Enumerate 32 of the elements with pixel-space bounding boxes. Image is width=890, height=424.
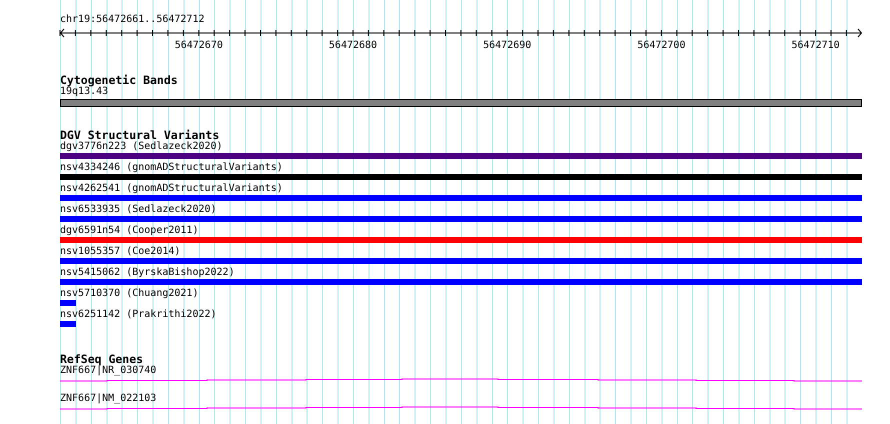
transcript-line[interactable] [60,378,862,382]
feature-label: nsv1055357 (Coe2014) [60,246,180,258]
variant-bar[interactable] [60,237,862,243]
variant-bar[interactable] [60,153,862,159]
tick-label: 56472690 [483,40,532,51]
variant-bar[interactable] [60,174,862,180]
feature-label: ZNF667|NM_022103 [60,393,156,405]
track-title: Cytogenetic Bands [60,74,178,86]
track-title: DGV Structural Variants [60,129,220,141]
feature-label: nsv4334246 (gnomADStructuralVariants) [60,162,283,174]
tick-label: 56472670 [174,40,223,51]
feature-label: 19q13.43 [60,86,108,98]
variant-bar[interactable] [60,258,862,264]
feature-label: dgv6591n54 (Cooper2011) [60,225,198,237]
location-label: chr19:56472661..56472712 [60,14,204,26]
variant-bar[interactable] [60,195,862,201]
variant-bar[interactable] [60,216,862,222]
feature-label: nsv5710370 (Chuang2021) [60,288,198,300]
tick-label: 56472710 [792,40,840,51]
variant-bar[interactable] [60,300,76,306]
feature-label: nsv5415062 (ByrskaBishop2022) [60,267,235,279]
track-title: RefSeq Genes [60,353,144,365]
variant-bar[interactable] [60,279,862,285]
feature-label: nsv4262541 (gnomADStructuralVariants) [60,183,283,195]
feature-label: ZNF667|NR_030740 [60,365,156,377]
tick-label: 56472700 [637,40,686,51]
feature-label: nsv6251142 (Prakrithi2022) [60,309,217,321]
feature-label: dgv3776n223 (Sedlazeck2020) [60,141,223,153]
variant-bar[interactable] [60,321,76,327]
tick-label: 56472680 [328,40,378,51]
feature-label: nsv6533935 (Sedlazeck2020) [60,204,217,216]
transcript-line[interactable] [60,406,862,410]
